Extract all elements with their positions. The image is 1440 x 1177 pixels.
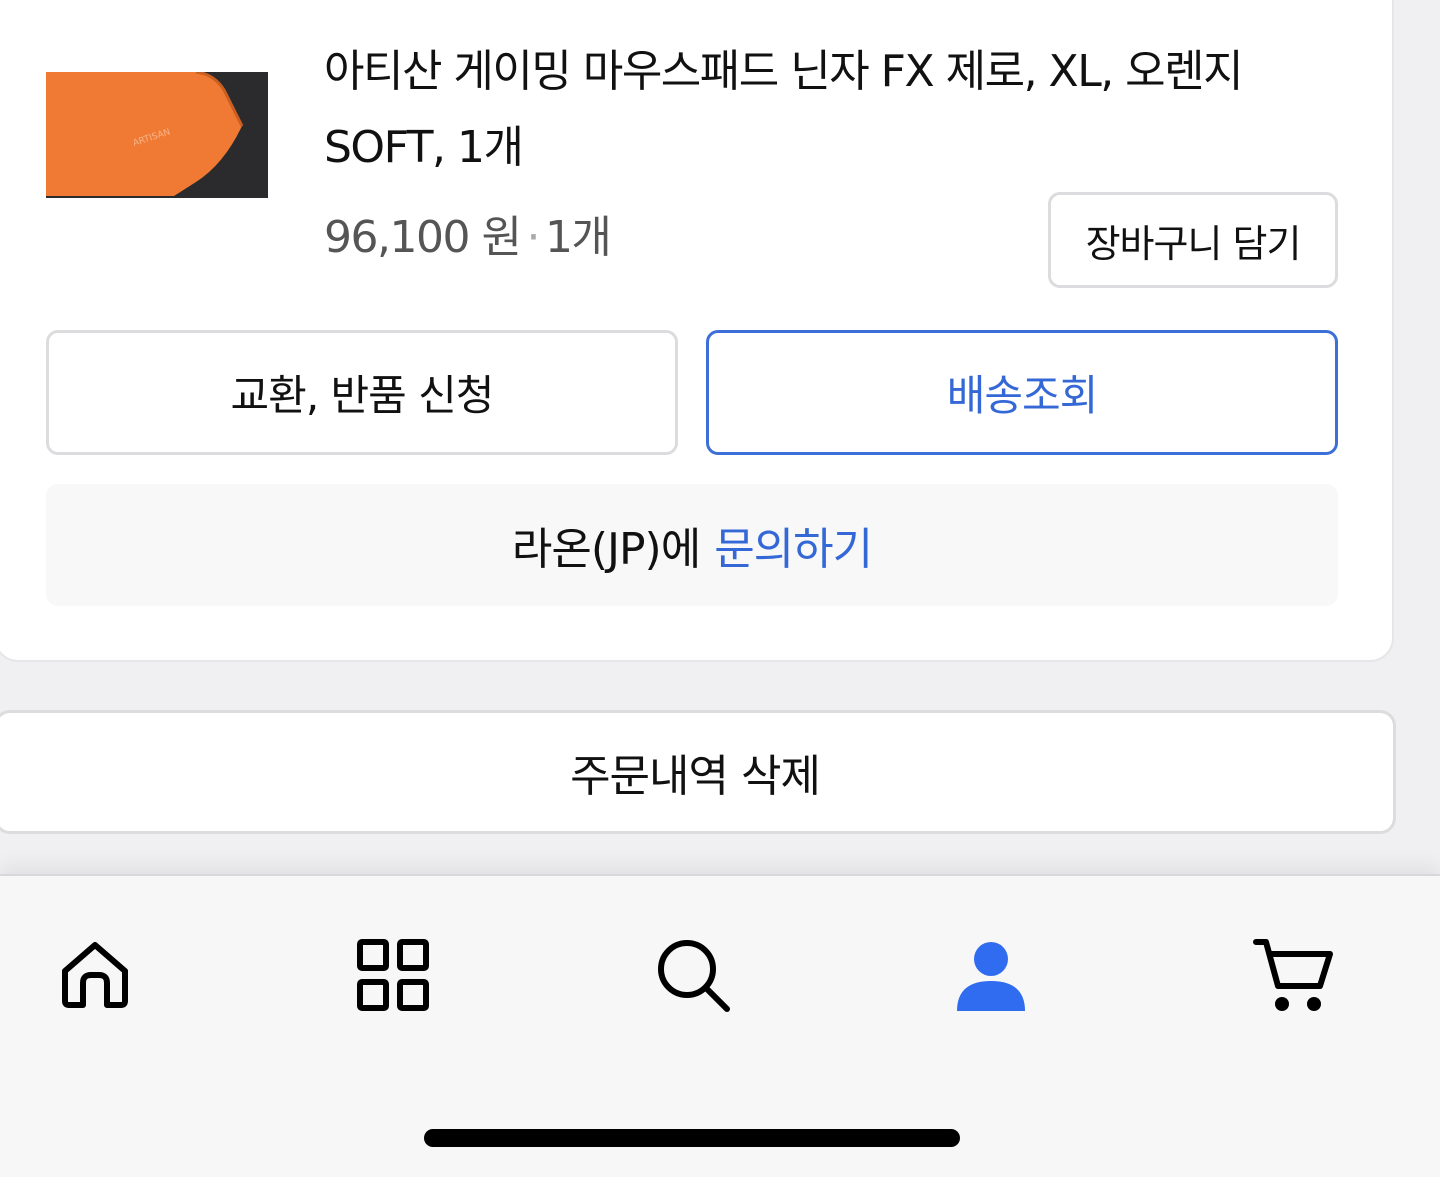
- categories-icon: [357, 939, 429, 1011]
- delete-order-button[interactable]: 주문내역 삭제: [0, 710, 1396, 834]
- home-icon: [62, 942, 128, 1008]
- seller-inquiry-button[interactable]: 라온(JP)에 문의하기: [46, 484, 1338, 606]
- search-icon: [658, 940, 730, 1012]
- exchange-return-button[interactable]: 교환, 반품 신청: [46, 330, 678, 455]
- quantity: 1개: [544, 212, 612, 263]
- home-indicator: [424, 1129, 960, 1147]
- product-name-line1: 아티산 게이밍 마우스패드 닌자 FX 제로, XL, 오렌지: [324, 46, 1244, 97]
- separator: ·: [526, 212, 540, 263]
- inquiry-link[interactable]: 문의하기: [714, 513, 873, 577]
- price: 96,100 원: [324, 212, 522, 263]
- delivery-tracking-button[interactable]: 배송조회: [706, 330, 1338, 455]
- tab-home[interactable]: [50, 930, 140, 1020]
- user-icon: [957, 942, 1025, 1011]
- price-quantity: 96,100 원 · 1개: [324, 208, 612, 268]
- product-name[interactable]: 아티산 게이밍 마우스패드 닌자 FX 제로, XL, 오렌지 SOFT, 1개: [324, 34, 1324, 186]
- tab-categories[interactable]: [348, 930, 438, 1020]
- tab-search[interactable]: [648, 930, 738, 1020]
- product-thumbnail[interactable]: ARTISAN: [46, 72, 268, 198]
- product-name-line2: SOFT, 1개: [324, 122, 524, 173]
- add-to-cart-button[interactable]: 장바구니 담기: [1048, 192, 1338, 288]
- tab-cart[interactable]: [1248, 930, 1338, 1020]
- tab-my[interactable]: [946, 930, 1036, 1020]
- cart-icon: [1253, 939, 1333, 1011]
- seller-name: 라온(JP)에: [511, 524, 701, 575]
